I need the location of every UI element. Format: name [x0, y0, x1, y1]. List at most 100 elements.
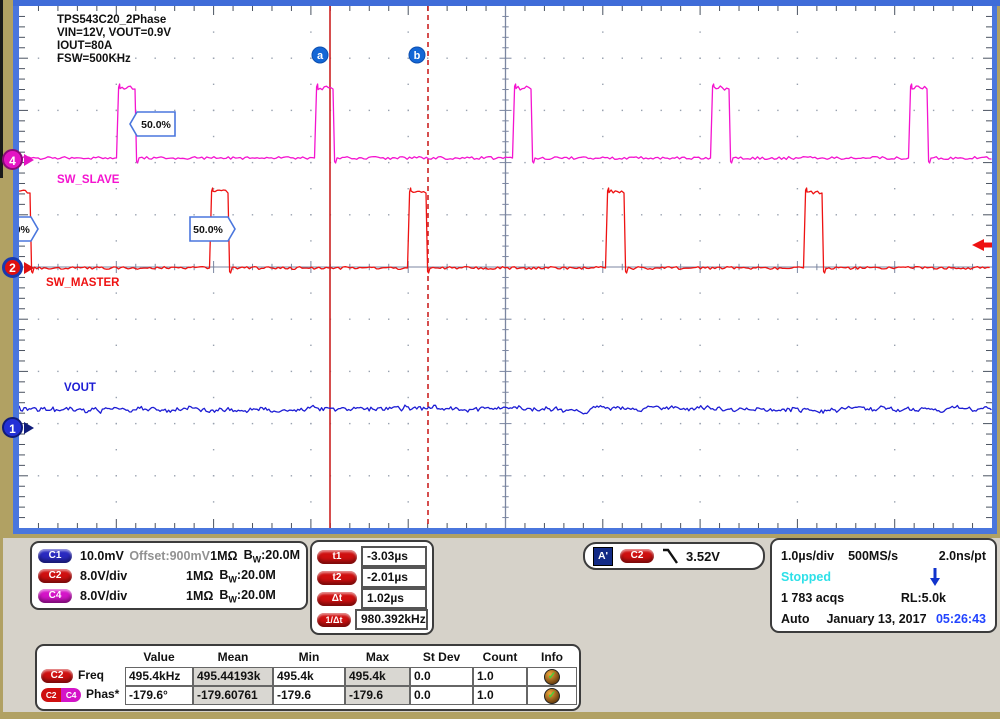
dt-value: 1.02µs [361, 588, 427, 609]
cursor-row-inv-dt: 1/Δt 980.392kHz [317, 609, 427, 630]
annotation-line: IOUT=80A [57, 40, 112, 52]
channel-badge-2[interactable]: 2 [2, 257, 23, 278]
acq-count-row: 1 783 acqs RL:5.0k [781, 587, 986, 608]
freq-mean: 495.44193k [193, 667, 273, 686]
cursor-a-marker[interactable]: a [312, 47, 328, 63]
duty-callout-c2-clipped[interactable]: 50.0% [19, 217, 38, 241]
freq-info-cell[interactable]: ✓ [527, 667, 577, 686]
channel-4-arrow-icon [24, 154, 34, 166]
freq-stdev: 0.0 [410, 667, 473, 686]
meas-header-max: Max [345, 648, 410, 667]
meas-header-count: Count [473, 648, 527, 667]
cursor-row-dt: Δt 1.02µs [317, 588, 427, 609]
trigger-source-pill: C2 [620, 549, 654, 563]
dt-pill: Δt [317, 592, 357, 606]
cursor-readout-panel[interactable]: t1 -3.03µs t2 -2.01µs Δt 1.02µs 1/Δt 980… [310, 540, 434, 635]
meas-header-info: Info [527, 648, 577, 667]
freq-value: 495.4kHz [125, 667, 193, 686]
inv-dt-pill: 1/Δt [317, 613, 351, 627]
vertical-settings-panel[interactable]: C1 10.0mV Offset:900mV 1MΩ BW:20.0M C2 8… [30, 541, 308, 610]
channel-row-c1: C1 10.0mV Offset:900mV 1MΩ BW:20.0M [38, 546, 300, 566]
bw-val: :20.0M [237, 588, 276, 602]
meas-header-min: Min [273, 648, 345, 667]
channel-badge-4[interactable]: 4 [2, 149, 23, 170]
channel-badge-1[interactable]: 1 [2, 417, 23, 438]
info-icon[interactable]: ✓ [544, 669, 560, 685]
timebase: 1.0µs/div [781, 549, 834, 563]
duty-callout-c2-label: 50.0% [193, 224, 223, 236]
measurement-table-panel[interactable]: Value Mean Min Max St Dev Count Info C2 … [35, 644, 581, 711]
oscilloscope-screen: TPS543C20_2Phase VIN=12V, VOUT=0.9V IOUT… [0, 0, 1000, 719]
c1-offset: Offset:900mV [129, 549, 210, 563]
acq-state-row: Stopped [781, 566, 986, 587]
bw-val: :20.0M [261, 548, 300, 562]
phase-min: -179.6 [273, 686, 345, 705]
cursor-b-label: b [414, 50, 421, 62]
trace-label-sw-master: SW_MASTER [46, 277, 120, 289]
cursor-b-marker[interactable]: b [409, 47, 425, 63]
resolution: 2.0ns/pt [939, 549, 986, 563]
bw-val: :20.0M [237, 568, 276, 582]
horizontal-acquisition-panel[interactable]: 1.0µs/div 500MS/s 2.0ns/pt Stopped 1 783… [770, 538, 997, 633]
freq-min: 495.4k [273, 667, 345, 686]
trace-label-vout: VOUT [64, 382, 96, 394]
trigger-panel[interactable]: A' C2 3.52V [583, 542, 765, 570]
freq-max: 495.4k [345, 667, 410, 686]
c4-pill[interactable]: C4 [38, 589, 72, 603]
freq-count: 1.0 [473, 667, 527, 686]
annotation-line: VIN=12V, VOUT=0.9V [57, 27, 171, 39]
c1-impedance: 1MΩ [210, 549, 237, 563]
phase-src-c4: C4 [61, 688, 81, 702]
meas-row-freq-label: C2 Freq [41, 667, 125, 684]
phase-src-c2: C2 [41, 688, 61, 702]
channel-2-arrow-icon [24, 262, 34, 274]
channel-row-c2: C2 8.0V/div 1MΩ BW:20.0M [38, 566, 300, 586]
phase-max: -179.6 [345, 686, 410, 705]
annotation-line: FSW=500KHz [57, 53, 131, 65]
trace-sw_master [19, 188, 990, 273]
trigger-level: 3.52V [686, 549, 720, 564]
channel-row-c4: C4 8.0V/div 1MΩ BW:20.0M [38, 586, 300, 606]
trigger-mode: Auto [781, 612, 809, 626]
timebase-row: 1.0µs/div 500MS/s 2.0ns/pt [781, 545, 986, 566]
record-length: RL:5.0k [901, 591, 946, 605]
acq-state: Stopped [781, 570, 831, 584]
c4-scale: 8.0V/div [80, 589, 186, 603]
c1-bandwidth: BW:20.0M [244, 548, 300, 565]
phase-info-cell[interactable]: ✓ [527, 686, 577, 705]
meas-row-phase-label: C2C4 Phas* [41, 686, 125, 703]
c2-pill[interactable]: C2 [38, 569, 72, 583]
measurement-table: Value Mean Min Max St Dev Count Info C2 … [41, 648, 575, 705]
meas-header-value: Value [125, 648, 193, 667]
duty-callout-c4[interactable]: 50.0% [130, 112, 175, 136]
duty-callout-c2-clipped-label: 50.0% [19, 224, 31, 236]
datetime-row: Auto January 13, 2017 05:26:43 [781, 608, 986, 629]
annotation-line: TPS543C20_2Phase [57, 14, 166, 26]
trigger-level-arrow[interactable] [972, 239, 992, 251]
sample-rate: 500MS/s [848, 549, 898, 563]
phase-mean: -179.60761 [193, 686, 273, 705]
c2-scale: 8.0V/div [80, 569, 186, 583]
phase-count: 1.0 [473, 686, 527, 705]
meas-header-mean: Mean [193, 648, 273, 667]
c1-pill[interactable]: C1 [38, 549, 72, 563]
cursor-a-label: a [317, 50, 324, 62]
phase-name: Phas* [86, 686, 119, 703]
falling-edge-icon [661, 547, 679, 565]
t2-value: -2.01µs [361, 567, 427, 588]
phase-stdev: 0.0 [410, 686, 473, 705]
waveform-display: TPS543C20_2Phase VIN=12V, VOUT=0.9V IOUT… [19, 6, 992, 528]
inv-dt-value: 980.392kHz [355, 609, 428, 630]
screen-edge-strip [0, 0, 3, 178]
trigger-a-badge: A' [593, 547, 613, 566]
phase-value: -179.6° [125, 686, 193, 705]
info-icon[interactable]: ✓ [544, 688, 560, 704]
duty-callout-c2[interactable]: 50.0% [190, 217, 235, 241]
c2-impedance: 1MΩ [186, 569, 213, 583]
freq-source-pill: C2 [41, 669, 73, 683]
trace-label-sw-slave: SW_SLAVE [57, 174, 120, 186]
cursor-row-t1: t1 -3.03µs [317, 546, 427, 567]
c1-scale: 10.0mV [80, 549, 129, 563]
time-label: 05:26:43 [936, 612, 986, 626]
channel-1-arrow-icon [24, 422, 34, 434]
